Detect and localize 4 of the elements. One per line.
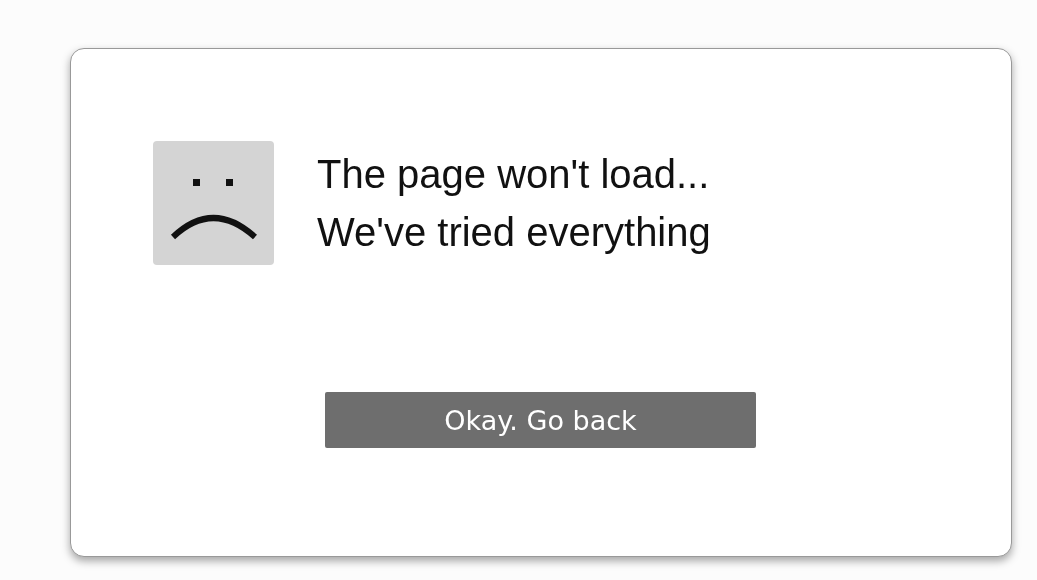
error-message: The page won't load... — [317, 151, 711, 198]
go-back-button[interactable]: Okay. Go back — [325, 392, 756, 448]
error-message: We've tried everything — [317, 209, 711, 256]
sad-face-icon — [153, 141, 274, 265]
